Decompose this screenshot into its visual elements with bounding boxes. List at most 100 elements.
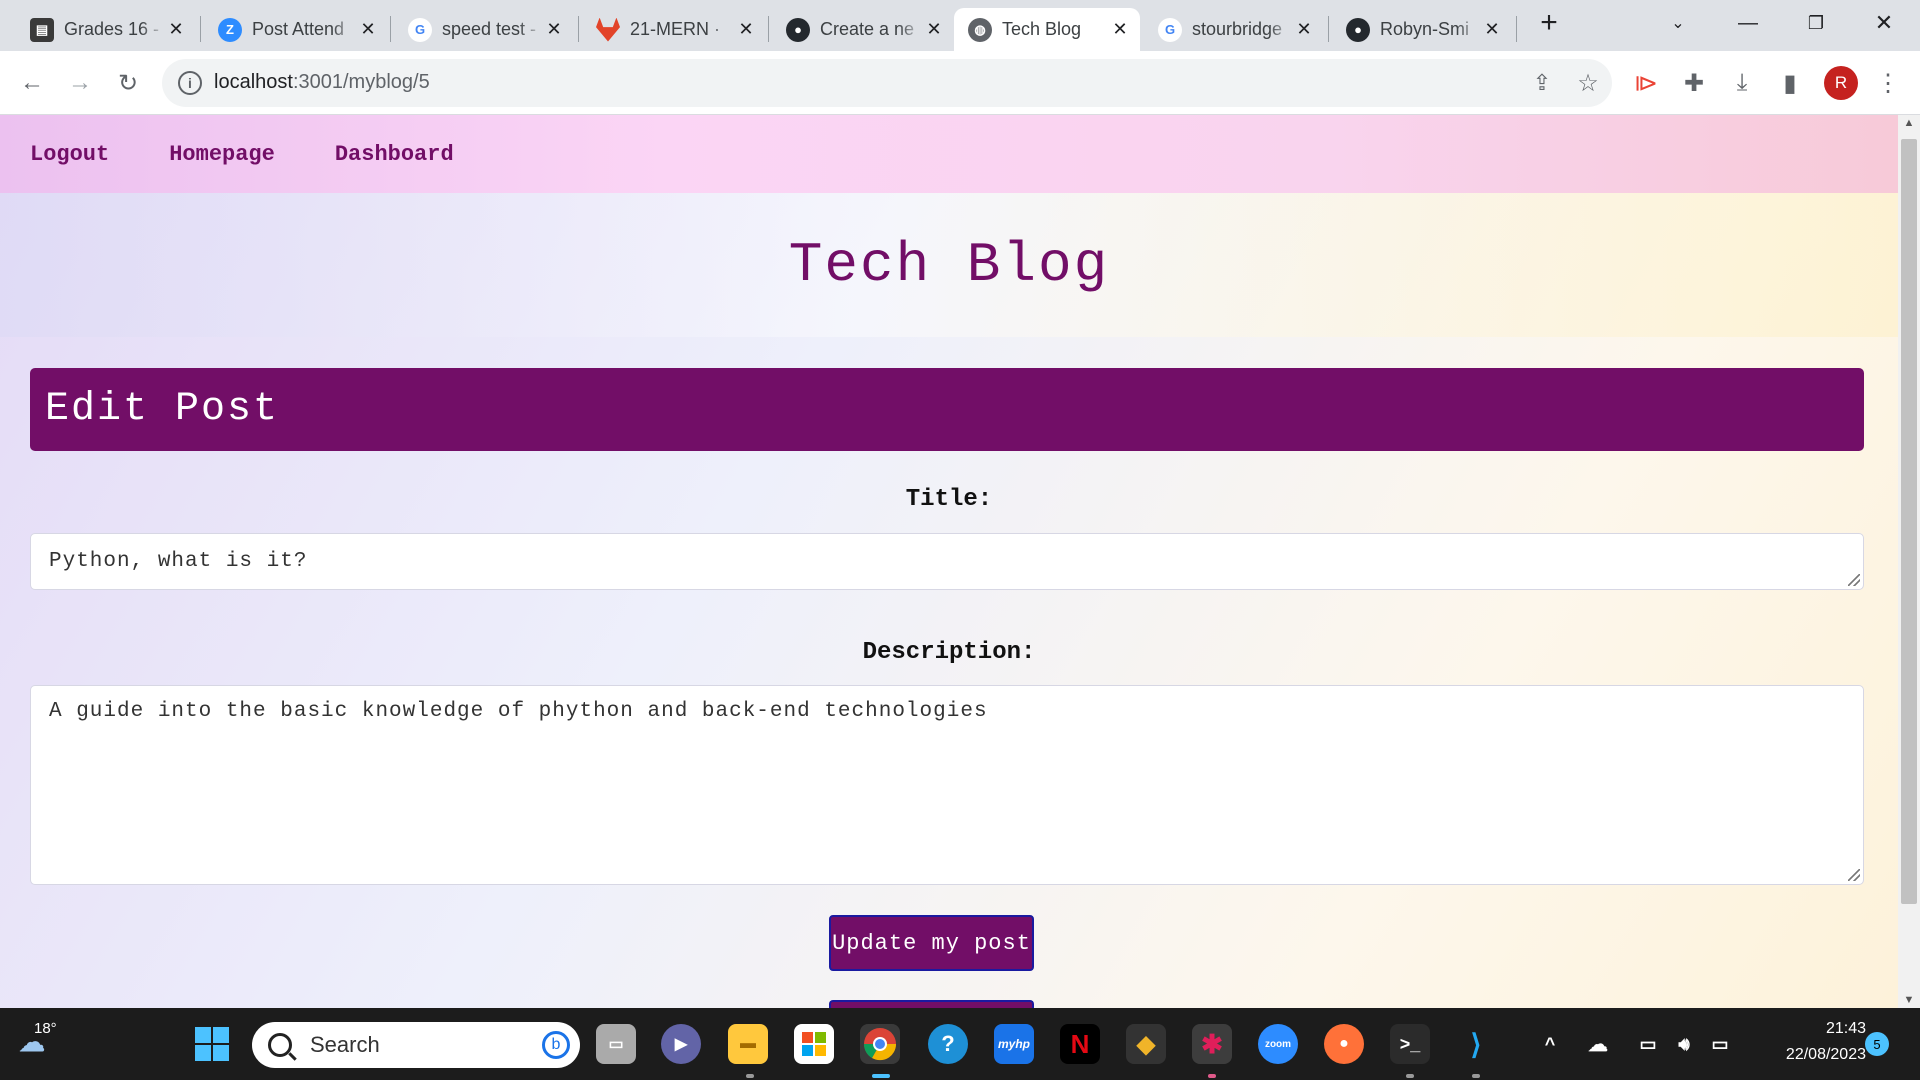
bookmark-star-icon[interactable]: ☆ [1568,63,1608,103]
browser-tab[interactable]: Z Post Attend ✕ [204,8,388,51]
tab-label: Grades 16 - [64,19,160,39]
minimize-button[interactable]: — [1726,6,1770,40]
window-close-button[interactable]: ✕ [1862,6,1906,40]
tab-label: Post Attend [252,19,345,39]
browser-tab[interactable]: ▤ Grades 16 - ✕ [16,8,196,51]
tab-label: stourbridge [1192,19,1283,39]
address-bar[interactable]: i localhost:3001/myblog/5 ⇪ ☆ [162,59,1612,107]
search-placeholder: Search [310,1032,380,1057]
description-textarea[interactable]: A guide into the basic knowledge of phyt… [30,685,1864,885]
windows-start-icon[interactable] [192,1024,232,1064]
nav-logout-link[interactable]: Logout [30,142,109,167]
slack-icon[interactable]: ✱ [1192,1024,1232,1064]
description-label: Description: [862,639,1036,666]
network-icon[interactable]: ▭ [1628,1024,1668,1064]
browser-toolbar: ← → ↻ i localhost:3001/myblog/5 ⇪ ☆ ⧐ ✚ … [0,51,1920,115]
zoom-icon[interactable]: zoom [1258,1024,1298,1064]
browser-tab[interactable]: G speed test - ✕ [394,8,574,51]
browser-tab[interactable]: G stourbridge ✕ [1144,8,1324,51]
scroll-up-icon[interactable]: ▲ [1898,117,1920,129]
myhp-icon[interactable]: myhp [994,1024,1034,1064]
microsoft-store-icon[interactable] [794,1024,834,1064]
google-icon: G [408,17,432,42]
clock-time[interactable]: 21:43 [1740,1020,1866,1038]
taskbar-search-box[interactable]: Search b [252,1022,580,1068]
resize-handle-icon[interactable] [1848,869,1860,881]
title-input[interactable]: Python, what is it? [30,533,1864,590]
running-indicator [1472,1074,1480,1078]
tab-label: speed test - [442,19,537,39]
scroll-down-icon[interactable]: ▼ [1898,994,1920,1006]
github-icon: ● [1346,17,1370,42]
zoom-z-icon: Z [218,17,242,42]
browser-tab[interactable]: 21-MERN · ✕ [582,8,766,51]
site-nav: Logout Homepage Dashboard [0,115,1898,193]
resize-handle-icon[interactable] [1848,574,1860,586]
google-icon: G [1158,17,1182,42]
tray-chevron-up-icon[interactable]: ^ [1530,1024,1570,1064]
url-text[interactable]: localhost:3001/myblog/5 [214,71,430,94]
task-view-icon[interactable]: ▭ [596,1024,636,1064]
extension-record-icon[interactable]: ⧐ [1626,63,1666,103]
description-textarea-value: A guide into the basic knowledge of phyt… [49,700,988,723]
close-tab-icon[interactable]: ✕ [1294,19,1314,40]
close-tab-icon[interactable]: ✕ [924,19,944,40]
weather-temp: 18° [34,1020,57,1037]
menu-kebab-icon[interactable]: ⋮ [1868,63,1908,103]
chrome-icon[interactable] [860,1024,900,1064]
update-post-button[interactable]: Update my post [829,915,1034,971]
canvas-icon: ▤ [30,17,54,42]
site-info-icon[interactable]: i [178,71,202,95]
close-tab-icon[interactable]: ✕ [166,19,186,40]
title-label: Title: [905,486,993,513]
battery-icon[interactable]: ▭ [1700,1024,1740,1064]
windows-taskbar: ☁ 18° Search b ▭ ▶ ▬ ? myhp N ◆ ✱ zoom ●… [0,1008,1920,1080]
page-scrollbar[interactable]: ▲ ▼ [1898,115,1920,1008]
browser-tab[interactable]: ● Create a ne ✕ [772,8,954,51]
browser-tab-active[interactable]: ◍ Tech Blog ✕ [954,8,1140,51]
bing-icon[interactable]: b [542,1031,570,1059]
onedrive-icon[interactable]: ☁ [1578,1024,1618,1064]
download-icon[interactable]: ⤓ [1722,63,1762,103]
github-icon: ● [786,17,810,42]
new-tab-button[interactable]: + [1527,6,1571,40]
notification-badge[interactable]: 5 [1865,1032,1889,1056]
site-title: Tech Blog [788,233,1110,297]
profile-avatar[interactable]: R [1824,66,1858,100]
extensions-puzzle-icon[interactable]: ✚ [1674,63,1714,103]
close-tab-icon[interactable]: ✕ [1482,19,1502,40]
vscode-icon[interactable]: ⟩ [1456,1024,1496,1064]
forward-arrow-icon[interactable]: → [60,63,100,103]
running-indicator [746,1074,754,1078]
secondary-button-partial[interactable] [829,1000,1034,1008]
firefox-icon[interactable]: ● [1324,1024,1364,1064]
terminal-icon[interactable]: >_ [1390,1024,1430,1064]
edit-post-heading: Edit Post [45,387,280,432]
close-tab-icon[interactable]: ✕ [736,19,756,40]
globe-icon: ◍ [968,17,992,42]
share-icon[interactable]: ⇪ [1522,63,1562,103]
running-indicator [1208,1074,1216,1078]
tab-label: 21-MERN · [630,19,721,39]
nav-dashboard-link[interactable]: Dashboard [335,142,454,167]
page-viewport: Logout Homepage Dashboard Tech Blog Edit… [0,115,1898,1008]
file-explorer-icon[interactable]: ▬ [728,1024,768,1064]
browser-tab[interactable]: ● Robyn-Smi ✕ [1332,8,1512,51]
close-tab-icon[interactable]: ✕ [358,19,378,40]
scrollbar-thumb[interactable] [1901,139,1917,904]
app-diamond-icon[interactable]: ◆ [1126,1024,1166,1064]
teams-chat-icon[interactable]: ▶ [661,1024,701,1064]
get-help-icon[interactable]: ? [928,1024,968,1064]
tab-search-chevron-icon[interactable]: ⌄ [1656,6,1700,40]
close-tab-icon[interactable]: ✕ [1110,19,1130,40]
edit-post-header: Edit Post [30,368,1864,451]
nav-homepage-link[interactable]: Homepage [169,142,275,167]
volume-icon[interactable]: 🔊︎ [1664,1024,1704,1064]
close-tab-icon[interactable]: ✕ [544,19,564,40]
back-arrow-icon[interactable]: ← [12,63,52,103]
clock-date[interactable]: 22/08/2023 [1740,1046,1866,1064]
restore-button[interactable]: ❐ [1794,6,1838,40]
side-panel-icon[interactable]: ▮ [1770,63,1810,103]
reload-icon[interactable]: ↻ [108,63,148,103]
netflix-icon[interactable]: N [1060,1024,1100,1064]
